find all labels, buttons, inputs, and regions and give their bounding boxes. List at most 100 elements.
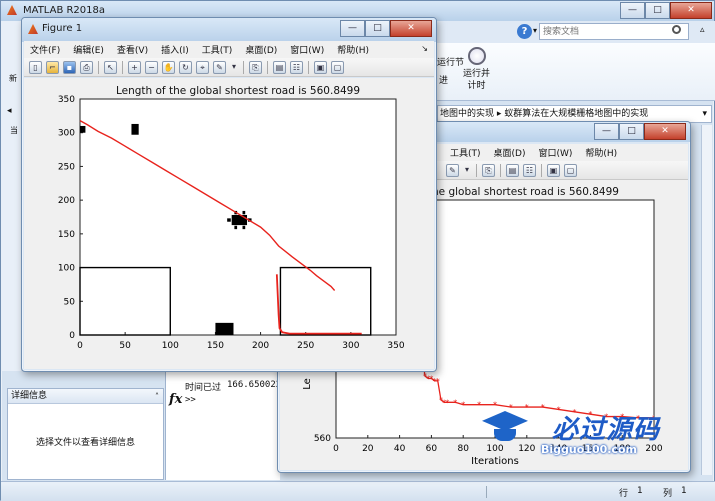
- link-plot-icon[interactable]: ⎘: [249, 60, 262, 74]
- y-tick-label: 350: [58, 95, 75, 105]
- figure2-dropdown-icon[interactable]: ▾: [463, 164, 471, 177]
- figure1-menu-item[interactable]: 帮助(H): [337, 43, 369, 56]
- figure1-close-button[interactable]: ✕: [390, 20, 432, 37]
- pan-hand-icon[interactable]: ✋: [162, 60, 175, 74]
- status-row-label: 行: [619, 489, 629, 499]
- ribbon-collapse-icon[interactable]: ▵: [700, 25, 705, 35]
- figure2-insert-legend-icon[interactable]: ☷: [523, 163, 536, 177]
- close-button[interactable]: ✕: [670, 2, 712, 19]
- figure1-menu-item[interactable]: 工具(T): [202, 43, 233, 56]
- y-tick-label: 250: [58, 162, 75, 172]
- cmd-elapsed-label: 时间已过: [185, 383, 222, 393]
- figure2-link-icon[interactable]: ⎘: [482, 163, 495, 177]
- figure2-hide-plot-tools-icon[interactable]: ▣: [547, 163, 560, 177]
- x-tick-label: 100: [162, 341, 179, 351]
- menubar-dock-arrow-icon[interactable]: ↘: [421, 44, 428, 53]
- x-tick-label: 300: [342, 341, 359, 351]
- figure2-maximize-button[interactable]: □: [619, 123, 644, 140]
- x-tick-label: 150: [207, 341, 224, 351]
- chart2-title: he global shortest road is 560.8499: [432, 186, 619, 198]
- watermark: 必过源码 Bigguo100.com: [478, 405, 693, 465]
- run-and-time-button[interactable]: 运行并 计时: [463, 68, 490, 92]
- status-col-label: 列: [663, 489, 673, 499]
- y-tick-label: 100: [58, 264, 75, 274]
- figure1-menubar: 文件(F) 编辑(E) 查看(V) 插入(I) 工具(T) 桌面(D) 窗口(W) 帮助(H): [24, 41, 434, 58]
- figure1-minimize-button[interactable]: —: [340, 20, 365, 37]
- path-segment[interactable]: 蚁群算法在大规模栅格地图中的实现: [504, 109, 648, 119]
- figure2-close-button[interactable]: ✕: [644, 123, 686, 140]
- command-window[interactable]: 时间已过 166.650022 fx >>: [165, 371, 281, 480]
- figure2-menu-item[interactable]: 工具(T): [450, 146, 481, 159]
- status-bar: 行 1 列 1: [1, 481, 715, 501]
- maximize-button[interactable]: □: [645, 2, 670, 19]
- figure2-menu-item[interactable]: 桌面(D): [494, 146, 526, 159]
- figure1-menu-item[interactable]: 插入(I): [161, 43, 189, 56]
- insert-colorbar-icon[interactable]: ▤: [273, 60, 286, 74]
- ribbon-advance-label[interactable]: 进: [439, 73, 448, 86]
- right-scrollbar[interactable]: [701, 125, 712, 475]
- minimize-button[interactable]: —: [620, 2, 645, 19]
- help-dropdown-icon[interactable]: ▾: [533, 26, 537, 35]
- map-path-chart: Length of the global shortest road is 56…: [58, 85, 405, 351]
- obstacle-block: [227, 218, 231, 222]
- figure1-menu-item[interactable]: 窗口(W): [290, 43, 324, 56]
- hide-plot-tools-icon[interactable]: ▣: [314, 60, 327, 74]
- y-tick-label: 50: [64, 297, 76, 307]
- figure1-menu-item[interactable]: 查看(V): [117, 43, 148, 56]
- watermark-brand: 必过源码: [552, 415, 661, 445]
- watermark-url: Bigguo100.com: [541, 443, 637, 456]
- open-file-icon[interactable]: ⌐: [46, 60, 59, 74]
- details-panel-message: 选择文件以查看详细信息: [35, 438, 135, 448]
- x-tick-label-2: 20: [362, 444, 374, 454]
- data-cursor-icon[interactable]: ⌖: [196, 60, 209, 74]
- search-docs-input[interactable]: [539, 23, 689, 40]
- y-tick-label: 300: [58, 129, 75, 139]
- figure1-window: Figure 1 — □ ✕ 文件(F) 编辑(E) 查看(V) 插入(I) 工具(T)…: [21, 17, 437, 372]
- x-tick-label: 250: [297, 341, 314, 351]
- figure1-menu-item[interactable]: 编辑(E): [73, 43, 104, 56]
- figure1-menu-item[interactable]: 文件(F): [30, 43, 60, 56]
- x-tick-label-2: 0: [333, 444, 339, 454]
- ribbon-run-section-label[interactable]: 运行节: [437, 55, 464, 68]
- figure1-maximize-button[interactable]: □: [365, 20, 390, 37]
- figure2-minimize-button[interactable]: —: [594, 123, 619, 140]
- path-segment[interactable]: 地图中的实现: [440, 109, 494, 119]
- left-panel-strip: 新 ◂ 当: [1, 21, 21, 371]
- search-icon[interactable]: [672, 25, 681, 34]
- brush-icon[interactable]: ✎: [213, 60, 226, 74]
- rotate-3d-icon[interactable]: ↻: [179, 60, 192, 74]
- figure2-brush-icon[interactable]: ✎: [446, 163, 459, 177]
- edit-plot-arrow-icon[interactable]: ↖: [104, 60, 117, 74]
- chart-title: Length of the global shortest road is 56…: [116, 85, 360, 97]
- figure2-insert-colorbar-icon[interactable]: ▤: [506, 163, 519, 177]
- x-tick-label-2: 40: [394, 444, 406, 454]
- run-and-time-icon[interactable]: [468, 47, 486, 65]
- back-arrow-icon[interactable]: ◂: [7, 106, 12, 116]
- figure2-show-plot-tools-icon[interactable]: ▢: [564, 163, 577, 177]
- status-row-value: 1: [637, 486, 643, 496]
- show-plot-tools-icon[interactable]: ▢: [331, 60, 344, 74]
- left-tab-label[interactable]: 当: [10, 125, 18, 136]
- matlab-logo-icon: [7, 5, 17, 15]
- cmd-prompt[interactable]: >>: [185, 395, 196, 405]
- fx-icon: fx: [169, 392, 183, 407]
- zoom-in-icon[interactable]: +: [128, 60, 141, 74]
- chevron-up-icon[interactable]: ˄: [155, 390, 159, 404]
- obstacle-block: [131, 123, 139, 135]
- print-icon[interactable]: ⎙: [80, 60, 93, 74]
- convergence-marker: *: [436, 377, 440, 386]
- ribbon: 运行节 进 运行并 计时: [437, 43, 715, 101]
- figure2-menu-item[interactable]: 窗口(W): [538, 146, 572, 159]
- y-tick-label-2: 560: [314, 434, 331, 444]
- obstacle-block: [80, 125, 86, 133]
- figure2-menu-item[interactable]: 帮助(H): [585, 146, 617, 159]
- new-figure-icon[interactable]: ▯: [29, 60, 42, 74]
- zoom-out-icon[interactable]: −: [145, 60, 158, 74]
- path-dropdown-icon[interactable]: ▾: [702, 106, 707, 122]
- brush-dropdown-icon[interactable]: ▾: [230, 61, 238, 74]
- insert-legend-icon[interactable]: ☷: [290, 60, 303, 74]
- details-panel-header[interactable]: 详细信息 ˄: [8, 389, 163, 404]
- figure1-menu-item[interactable]: 桌面(D): [245, 43, 277, 56]
- help-icon[interactable]: ?: [517, 24, 532, 39]
- save-icon[interactable]: ▪: [63, 60, 76, 74]
